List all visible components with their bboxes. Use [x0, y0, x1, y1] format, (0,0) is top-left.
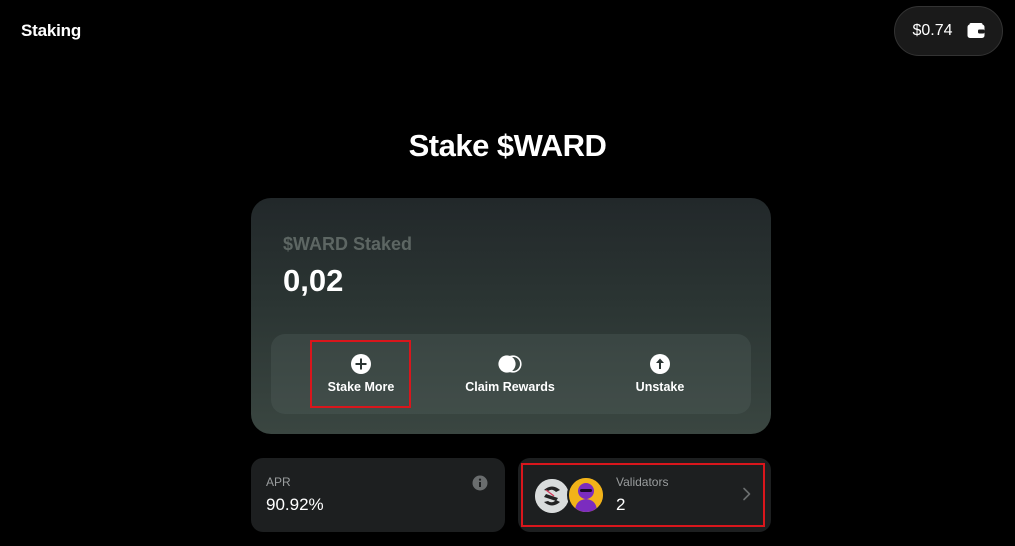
arrow-up-circle-icon: [650, 354, 670, 374]
staking-page: Staking $0.74 Stake $WARD $WARD Staked 0…: [0, 0, 1015, 546]
page-title: Stake $WARD: [408, 128, 607, 163]
chevron-right-icon: [743, 487, 751, 501]
wallet-icon: [967, 23, 985, 38]
claim-rewards-button[interactable]: Claim Rewards: [450, 334, 570, 414]
apr-card: APR 90.92%: [251, 458, 505, 532]
staked-label: $WARD Staked: [283, 234, 413, 254]
unstake-button[interactable]: Unstake: [610, 334, 710, 414]
validator-logo-icon: [569, 478, 603, 512]
plus-circle-icon: [351, 354, 371, 374]
coins-icon: [498, 355, 522, 373]
validator-avatar: [567, 476, 605, 514]
staked-summary-card: $WARD Staked 0,02 Stake More Claim Rewar…: [251, 198, 771, 434]
app-title: Staking: [21, 21, 82, 40]
validator-logo-icon: [535, 479, 569, 513]
stake-more-button[interactable]: Stake More: [311, 334, 411, 414]
apr-label: APR: [266, 475, 291, 489]
stake-more-label: Stake More: [327, 380, 395, 394]
unstake-label: Unstake: [635, 380, 685, 394]
staked-amount: 0,02: [283, 263, 344, 298]
wallet-balance-button[interactable]: $0.74: [894, 6, 1003, 56]
apr-value: 90.92%: [266, 495, 324, 514]
validator-avatar: [533, 477, 571, 515]
validators-label: Validators: [616, 475, 669, 489]
validators-card[interactable]: Validators 2: [518, 458, 771, 532]
wallet-balance: $0.74: [912, 22, 953, 39]
claim-rewards-label: Claim Rewards: [465, 380, 555, 394]
info-icon[interactable]: [472, 475, 488, 491]
validators-count: 2: [616, 495, 626, 514]
staking-actions: Stake More Claim Rewards Unstake: [271, 334, 751, 414]
